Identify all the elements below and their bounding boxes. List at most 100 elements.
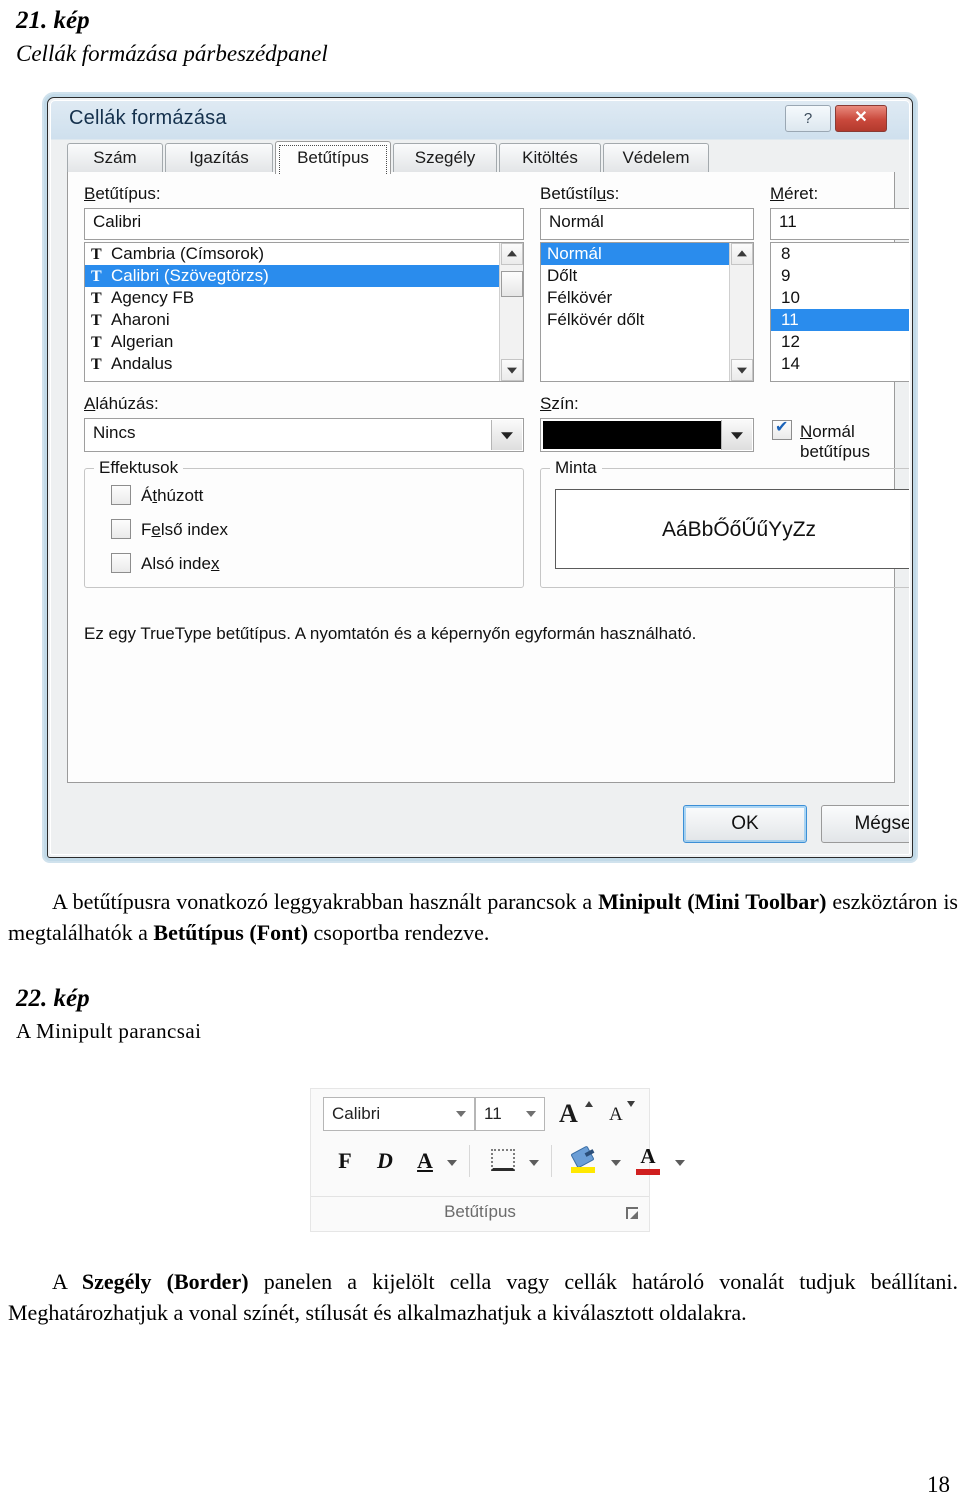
scroll-up-icon[interactable] — [501, 243, 523, 265]
truetype-icon: T — [91, 356, 102, 373]
font-input[interactable]: Calibri — [84, 208, 524, 240]
list-item[interactable]: 9 — [771, 265, 909, 287]
truetype-note: Ez egy TrueType betűtípus. A nyomtatón é… — [84, 624, 697, 643]
font-style-scrollbar[interactable] — [729, 243, 753, 381]
effects-group-label: Effektusok — [94, 458, 184, 478]
grow-font-button[interactable]: A — [559, 1099, 593, 1129]
fill-color-icon[interactable] — [570, 1145, 599, 1173]
tab-igazitas[interactable]: Igazítás — [165, 143, 273, 172]
subscript-checkbox[interactable] — [111, 553, 131, 573]
chevron-down-icon[interactable] — [456, 1111, 466, 1117]
truetype-icon: T — [91, 290, 102, 307]
scroll-down-icon[interactable] — [731, 359, 753, 381]
font-size-list[interactable]: 8 9 10 11 12 14 — [770, 242, 909, 382]
list-item[interactable]: Dőlt — [541, 265, 753, 287]
italic-button[interactable]: D — [371, 1141, 399, 1181]
close-button[interactable]: ✕ — [835, 105, 887, 132]
shrink-font-button[interactable]: A — [609, 1101, 635, 1126]
underline-button[interactable]: A — [411, 1141, 439, 1181]
shrink-font-label: A — [609, 1104, 623, 1125]
list-item-label: Algerian — [111, 332, 174, 351]
grow-font-arrow-icon — [585, 1101, 593, 1107]
truetype-icon: T — [91, 268, 102, 285]
list-item[interactable]: T Aharoni — [85, 309, 523, 331]
list-item[interactable]: 14 — [771, 353, 909, 375]
list-item[interactable]: T Andalus — [85, 353, 523, 375]
color-label-text: Szín: — [540, 394, 579, 413]
color-swatch — [543, 421, 721, 449]
scrollbar-thumb[interactable] — [501, 271, 523, 297]
font-size-value: 11 — [484, 1104, 502, 1123]
tab-szam[interactable]: Szám — [67, 143, 163, 172]
mini-toolbar-group-footer: Betűtípus — [311, 1196, 649, 1231]
shrink-font-arrow-icon — [627, 1101, 635, 1107]
list-item[interactable]: Félkövér dőlt — [541, 309, 753, 331]
list-item-label: Aharoni — [111, 310, 170, 329]
paragraph-1-part1: A betűtípusra vonatkozó leggyakrabban ha… — [52, 889, 599, 914]
grow-font-label: A — [559, 1099, 578, 1128]
paragraph-1-part3: csoportba rendezve. — [308, 920, 490, 945]
dialog-launcher-icon[interactable] — [625, 1206, 639, 1220]
superscript-checkbox[interactable] — [111, 519, 131, 539]
list-item-label: Agency FB — [111, 288, 195, 307]
help-button[interactable]: ? — [785, 105, 831, 132]
font-name-box[interactable]: Calibri — [323, 1097, 475, 1131]
list-item[interactable]: T Agency FB — [85, 287, 523, 309]
tab-betutipus[interactable]: Betűtípus — [275, 141, 391, 174]
tab-label: Szegély — [414, 148, 476, 167]
list-item[interactable]: 8 — [771, 243, 909, 265]
tab-label: Védelem — [622, 148, 690, 167]
chevron-down-icon[interactable] — [491, 420, 522, 450]
borders-chevron-down-icon[interactable] — [529, 1160, 539, 1166]
font-style-input[interactable]: Normál — [540, 208, 754, 240]
font-color-icon[interactable]: A — [635, 1145, 661, 1177]
preview-group-label: Minta — [550, 458, 602, 478]
truetype-icon: T — [91, 334, 102, 351]
font-list[interactable]: T Cambria (Címsorok) T Calibri (Szövegtörz… — [84, 242, 524, 382]
chevron-down-icon[interactable] — [721, 420, 752, 450]
tab-kitoltes[interactable]: Kitöltés — [499, 143, 601, 172]
font-color-chevron-down-icon[interactable] — [675, 1160, 685, 1166]
font-input-value: Calibri — [93, 212, 142, 231]
font-size-box[interactable]: 11 — [475, 1097, 545, 1131]
color-combobox[interactable] — [540, 418, 754, 452]
font-style-list[interactable]: Normál Dőlt Félkövér Félkövér dőlt — [540, 242, 754, 382]
tab-szegely[interactable]: Szegély — [393, 143, 497, 172]
scroll-down-icon[interactable] — [501, 359, 523, 381]
list-item[interactable]: T Cambria (Címsorok) — [85, 243, 523, 265]
ok-button[interactable]: OK — [683, 805, 807, 843]
bold-button[interactable]: F — [331, 1141, 359, 1181]
font-preview: AáBbŐőŰűYyZz — [555, 489, 909, 569]
toolbar-separator — [469, 1145, 470, 1177]
underline-chevron-down-icon[interactable] — [447, 1160, 457, 1166]
figure-22-title: A Minipult parancsai — [16, 1019, 202, 1043]
list-item[interactable]: 12 — [771, 331, 909, 353]
paragraph-2-bold1: Szegély (Border) — [81, 1269, 249, 1294]
subscript-label: Alsó index — [141, 554, 219, 574]
list-item[interactable]: T Algerian — [85, 331, 523, 353]
chevron-down-icon[interactable] — [526, 1111, 536, 1117]
underline-value: Nincs — [93, 423, 136, 442]
list-item[interactable]: Félkövér — [541, 287, 753, 309]
subscript-label-text: Alsó index — [141, 554, 220, 573]
borders-icon[interactable] — [491, 1149, 515, 1171]
list-item[interactable]: 11 — [771, 309, 909, 331]
font-size-input[interactable]: 11 — [770, 208, 909, 240]
strikethrough-checkbox[interactable] — [111, 485, 131, 505]
normal-font-checkbox[interactable] — [772, 417, 792, 440]
paragraph-2-part1: A — [52, 1269, 82, 1294]
figure-21-caption: 21. kép Cellák formázása párbeszédpanel — [8, 6, 328, 69]
list-item[interactable]: Normál — [541, 243, 753, 265]
scroll-up-icon[interactable] — [731, 243, 753, 265]
cancel-button[interactable]: Mégse — [821, 805, 909, 843]
superscript-label-text: Felső index — [141, 520, 228, 539]
fill-color-chevron-down-icon[interactable] — [611, 1160, 621, 1166]
figure-22-caption: 22. kép A Minipult parancsai — [8, 984, 201, 1045]
underline-combobox[interactable]: Nincs — [84, 418, 524, 452]
list-item[interactable]: T Calibri (Szövegtörzs) — [85, 265, 523, 287]
font-list-scrollbar[interactable] — [499, 243, 523, 381]
tab-vedelem[interactable]: Védelem — [603, 143, 709, 172]
font-style-label-text: Betűstílus: — [540, 184, 620, 203]
list-item[interactable]: 10 — [771, 287, 909, 309]
paragraph-1-bold2: Betűtípus (Font) — [153, 920, 309, 945]
